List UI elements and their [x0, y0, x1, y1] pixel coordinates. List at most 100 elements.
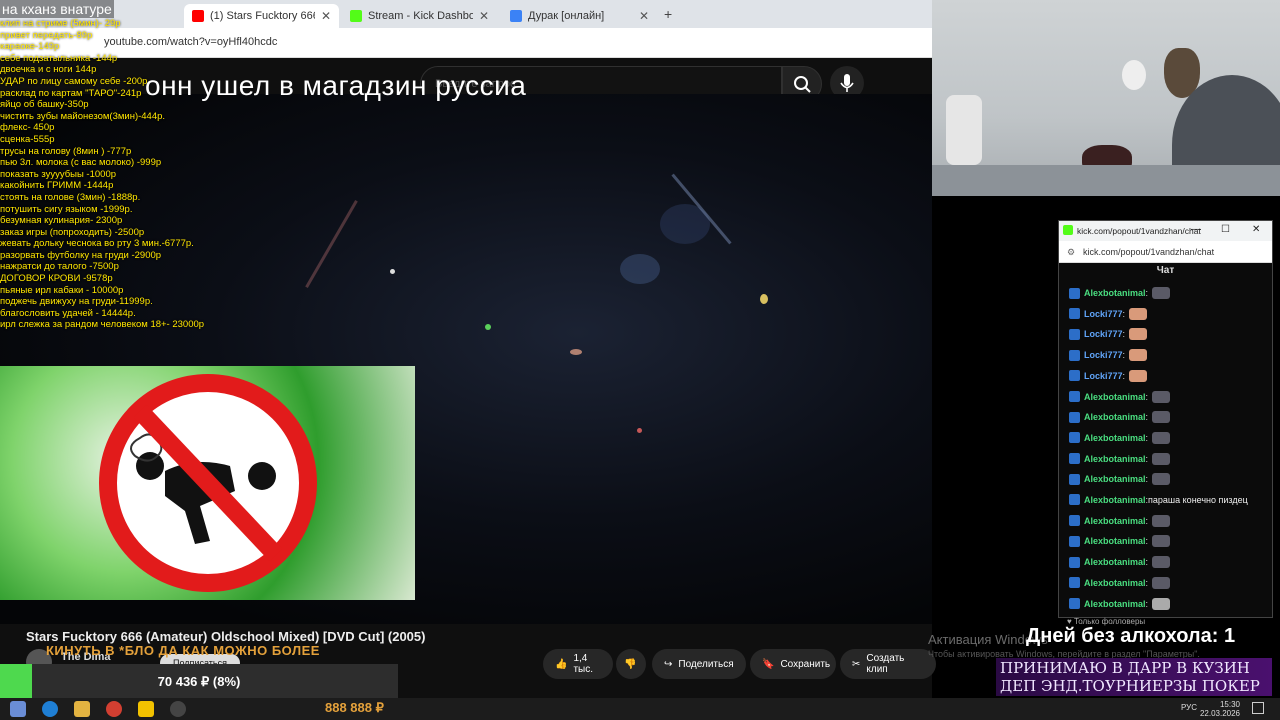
donate-item: какойнить ГРИММ -1444р [0, 180, 114, 192]
chat-emote-icon [1152, 473, 1171, 486]
dislike-button[interactable]: 👎 [616, 649, 646, 679]
like-count: 1,4 тыс. [573, 653, 593, 675]
donate-price-list: клип на стриме (5мин)- 29р привет передат… [0, 18, 260, 331]
chat-emote-icon [1152, 287, 1171, 299]
like-button[interactable]: 👍 1,4 тыс. [543, 649, 613, 679]
chat-username[interactable]: Locki777 [1084, 309, 1123, 319]
new-tab-button[interactable]: + [664, 6, 672, 22]
close-tab-icon[interactable]: ✕ [479, 9, 489, 23]
chat-username[interactable]: Alexbotanimal [1084, 536, 1146, 546]
chat-username[interactable]: Locki777 [1084, 371, 1123, 381]
chat-emote-icon [1152, 514, 1171, 527]
chat-separator: : [1122, 370, 1126, 381]
donate-item: поджечь движуху на груди-11999р. [0, 296, 153, 308]
chat-message: Alexbotanimal: [1069, 535, 1171, 548]
chat-username[interactable]: Locki777 [1084, 350, 1123, 360]
chat-emote-icon [1152, 535, 1171, 548]
user-badge-icon [1069, 411, 1080, 423]
chat-title: Чат [1156, 265, 1175, 276]
file-explorer-icon[interactable] [74, 701, 90, 717]
chrome-icon[interactable] [106, 701, 122, 717]
kick-window-title: kick.com/popout/1vandzhan/chat [1077, 226, 1201, 236]
chat-message: Alexbotanimal: параша конечно пиздец [1069, 494, 1248, 505]
kick-window-titlebar: kick.com/popout/1vandzhan/chat — ☐ ✕ [1059, 221, 1272, 241]
clip-label: Создать клип [866, 653, 905, 675]
app-icon[interactable] [138, 701, 154, 717]
start-icon[interactable] [10, 701, 26, 717]
chat-separator: : [1122, 308, 1126, 319]
user-badge-icon [1069, 349, 1080, 361]
edge-icon[interactable] [42, 701, 58, 717]
close-tab-icon[interactable]: ✕ [639, 9, 649, 23]
chat-separator: : [1145, 453, 1149, 464]
kick-logo-icon [1063, 225, 1073, 235]
chat-username[interactable]: Alexbotanimal [1084, 474, 1146, 484]
webcam-object [946, 95, 982, 165]
video-light-dot [390, 269, 395, 274]
chat-username[interactable]: Alexbotanimal [1084, 454, 1146, 464]
chat-username[interactable]: Alexbotanimal [1084, 557, 1146, 567]
donate-item: ирл слежка за рандом человеком 18+- 2300… [0, 319, 205, 331]
notification-icon[interactable] [1252, 702, 1264, 714]
chat-emote-icon [1152, 556, 1171, 569]
system-clock[interactable]: 15:30 22.03.2026 [1200, 700, 1240, 718]
chat-message: Locki777: [1069, 349, 1148, 362]
maximize-icon[interactable]: ☐ [1221, 224, 1230, 235]
user-badge-icon [1069, 535, 1080, 547]
chat-username[interactable]: Alexbotanimal [1084, 392, 1146, 402]
user-badge-icon [1069, 308, 1080, 320]
close-icon[interactable]: ✕ [1252, 224, 1260, 235]
save-button[interactable]: 🔖 Сохранить [750, 649, 836, 679]
chat-username[interactable]: Locki777 [1084, 329, 1123, 339]
clip-button[interactable]: ✂ Создать клип [840, 649, 936, 679]
obs-icon[interactable] [170, 701, 186, 717]
chat-message: Alexbotanimal: [1069, 556, 1171, 569]
windows-taskbar: 888 888 ₽ РУС 15:30 22.03.2026 [0, 698, 1280, 720]
thumbs-down-icon: 👎 [624, 658, 637, 670]
chat-message: Locki777: [1069, 307, 1148, 320]
chat-message: Locki777: [1069, 328, 1148, 341]
donate-item: себе подзатыльника -144р [0, 52, 118, 64]
share-label: Поделиться [678, 658, 734, 670]
chat-username[interactable]: Alexbotanimal [1084, 412, 1146, 422]
video-light-dot [570, 349, 582, 355]
chat-username[interactable]: Alexbotanimal [1084, 578, 1146, 588]
donate-item: заказ игры (попроходить) -2500р [0, 226, 145, 238]
tab-durak[interactable]: Дурак [онлайн] ✕ [502, 4, 657, 28]
chat-username[interactable]: Alexbotanimal [1084, 599, 1146, 609]
donate-item: пью 3л. молока (с вас молоко) -999р [0, 157, 162, 169]
user-badge-icon [1069, 328, 1080, 340]
chat-username[interactable]: Alexbotanimal [1084, 495, 1146, 505]
chat-emote-icon [1152, 597, 1171, 610]
share-button[interactable]: ↪ Поделиться [652, 649, 746, 679]
minimize-icon[interactable]: — [1191, 224, 1201, 235]
kick-url[interactable]: kick.com/popout/1vandzhan/chat [1083, 247, 1214, 257]
chat-separator: : [1145, 598, 1149, 609]
donate-item: потушить сигу языком -1999р. [0, 203, 133, 215]
chat-username[interactable]: Alexbotanimal [1084, 288, 1146, 298]
donate-item: караоке-149р [0, 41, 60, 53]
chat-username[interactable]: Alexbotanimal [1084, 516, 1146, 526]
chat-separator: : [1145, 474, 1149, 485]
donate-marquee: КИНУТЬ В *БЛО ДА КАК МОЖНО БОЛЕЕ [46, 643, 320, 658]
kick-address-bar[interactable]: ⚙ kick.com/popout/1vandzhan/chat [1059, 241, 1272, 263]
user-badge-icon [1069, 287, 1080, 299]
chat-emote-icon [1129, 369, 1148, 382]
chat-message: Alexbotanimal: [1069, 597, 1171, 610]
chat-separator: : [1145, 391, 1149, 402]
webcam-object [1122, 60, 1146, 90]
close-tab-icon[interactable]: ✕ [321, 9, 331, 23]
chat-username[interactable]: Alexbotanimal [1084, 433, 1146, 443]
chat-separator: : [1145, 577, 1149, 588]
language-indicator[interactable]: РУС [1181, 703, 1197, 712]
tab-kick-dashboard[interactable]: Stream - Kick Dashboard ✕ [342, 4, 497, 28]
webcam-feed [932, 0, 1280, 196]
site-info-icon[interactable]: ⚙ [1067, 247, 1075, 258]
user-badge-icon [1069, 577, 1080, 589]
stream-caption: онн ушел в магадзин руссиа [145, 70, 527, 101]
user-badge-icon [1069, 453, 1080, 465]
chat-message: Alexbotanimal: [1069, 514, 1171, 527]
donate-item: безумная кулинария- 2300р [0, 215, 123, 227]
user-badge-icon [1069, 473, 1080, 485]
promo-line-2: ДЕП ЭНД.ТОУРНИЕРЗЫ ПОКЕР [1000, 677, 1260, 695]
